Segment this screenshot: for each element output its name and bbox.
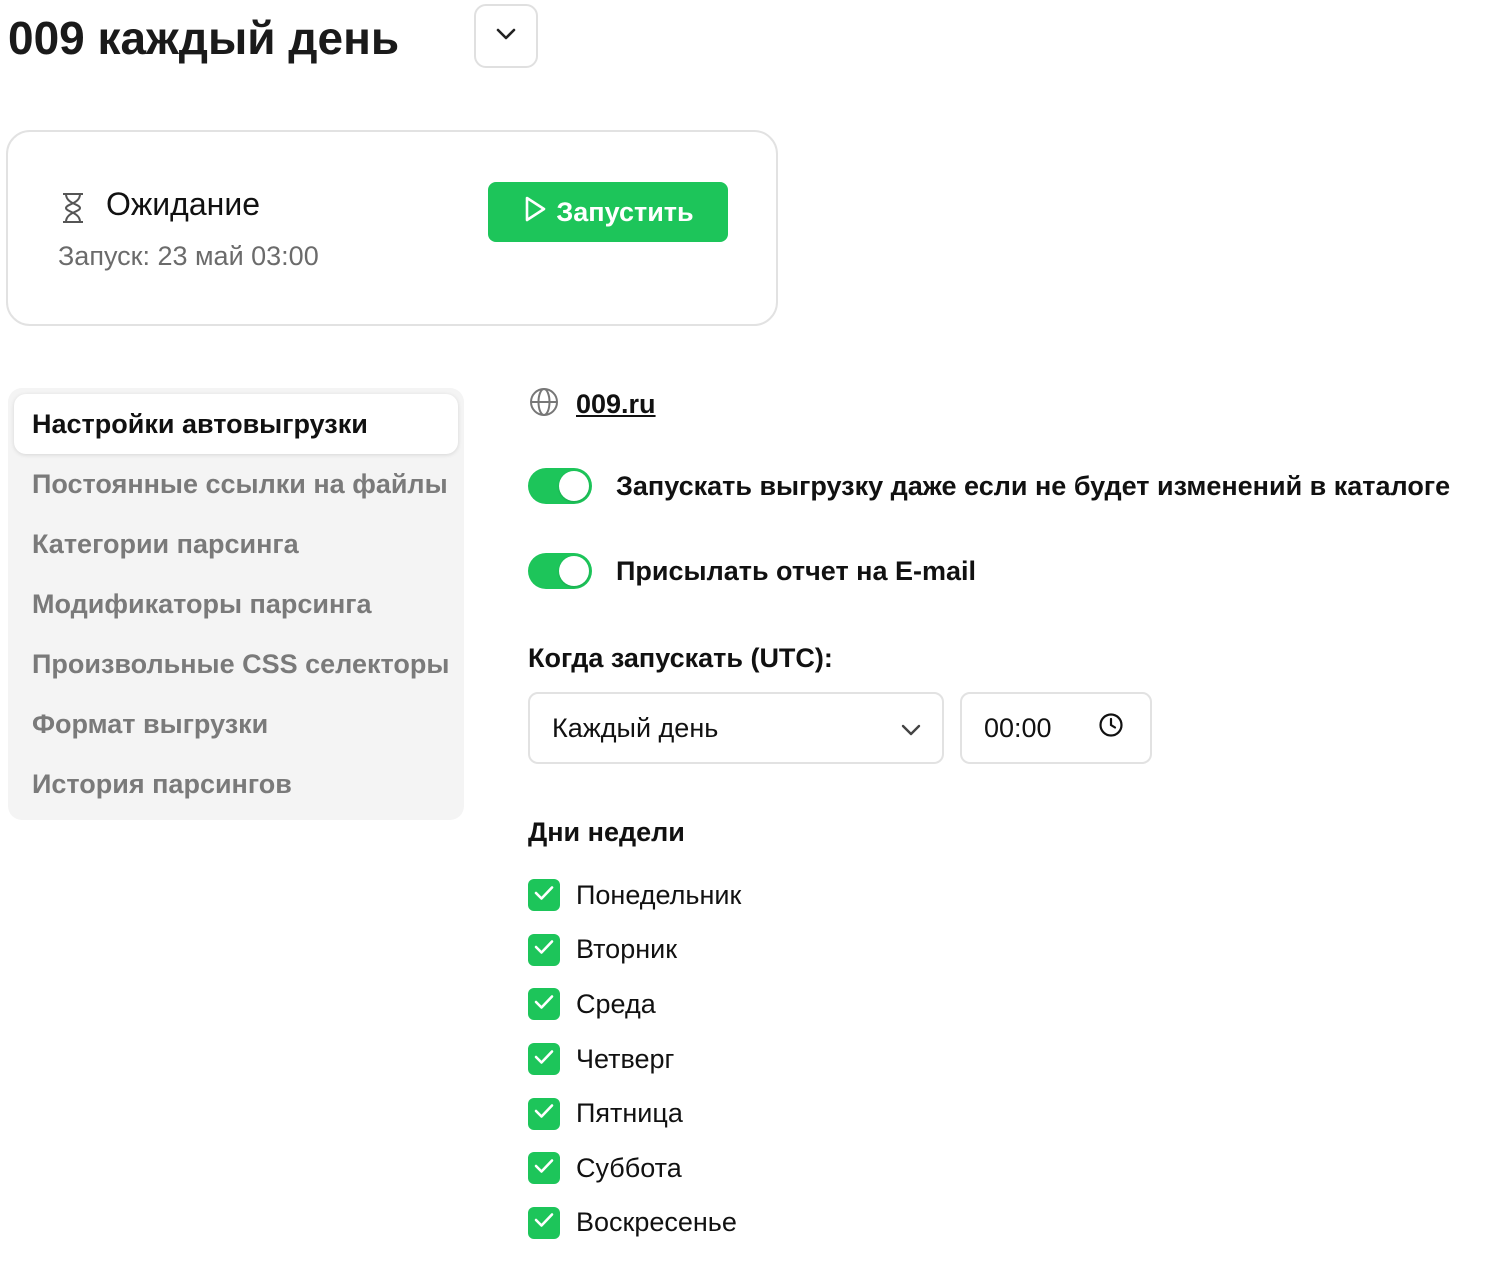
weekday-row: Вторник	[528, 923, 741, 978]
site-link[interactable]: 009.ru	[576, 389, 656, 420]
tuesday-label: Вторник	[576, 934, 678, 965]
globe-icon	[528, 386, 560, 423]
clock-icon	[1098, 712, 1124, 745]
sidebar-item-permanent-links[interactable]: Постоянные ссылки на файлы	[14, 454, 458, 514]
wednesday-label: Среда	[576, 988, 656, 1019]
check-icon	[533, 1211, 555, 1234]
weekday-row: Воскресенье	[528, 1196, 741, 1251]
thursday-checkbox[interactable]	[528, 1043, 560, 1076]
sidebar-item-export-format[interactable]: Формат выгрузки	[14, 694, 458, 754]
friday-checkbox[interactable]	[528, 1097, 560, 1130]
run-without-changes-toggle[interactable]	[528, 468, 592, 504]
weekday-row: Суббота	[528, 1141, 741, 1196]
site-row: 009.ru	[528, 386, 656, 423]
chevron-down-icon	[495, 27, 517, 46]
weekday-row: Среда	[528, 977, 741, 1032]
schedule-label: Когда запускать (UTC):	[528, 643, 833, 673]
sidebar-item-parsing-categories[interactable]: Категории парсинга	[14, 514, 458, 574]
weekdays-label: Дни недели	[528, 817, 685, 847]
monday-label: Понедельник	[576, 879, 742, 910]
check-icon	[533, 884, 555, 907]
saturday-checkbox[interactable]	[528, 1152, 560, 1185]
sunday-checkbox[interactable]	[528, 1206, 560, 1239]
hourglass-icon	[60, 192, 86, 229]
settings-sidebar: Настройки автовыгрузки Постоянные ссылки…	[8, 388, 464, 820]
status-label: Ожидание	[106, 186, 260, 222]
thursday-label: Четверг	[576, 1043, 675, 1074]
weekday-row: Пятница	[528, 1086, 741, 1141]
time-input[interactable]: 00:00	[960, 692, 1152, 764]
check-icon	[533, 1157, 555, 1180]
tuesday-checkbox[interactable]	[528, 933, 560, 966]
weekday-list: Понедельник Вторник Среда Четверг Пятниц…	[528, 868, 741, 1250]
chevron-down-icon	[900, 713, 922, 744]
wednesday-checkbox[interactable]	[528, 988, 560, 1021]
run-button-label: Запустить	[556, 196, 694, 227]
email-report-toggle[interactable]	[528, 553, 592, 589]
check-icon	[533, 1102, 555, 1125]
sidebar-item-css-selectors[interactable]: Произвольные CSS селекторы	[14, 634, 458, 694]
next-run-text: Запуск: 23 май 03:00	[58, 241, 319, 271]
check-icon	[533, 1048, 555, 1071]
saturday-label: Суббота	[576, 1152, 682, 1183]
frequency-select[interactable]: Каждый день	[528, 692, 944, 764]
weekday-row: Понедельник	[528, 868, 741, 923]
friday-label: Пятница	[576, 1098, 683, 1129]
sidebar-item-parsing-history[interactable]: История парсингов	[14, 754, 458, 814]
toggle-row-run-without-changes: Запускать выгрузку даже если не будет из…	[528, 468, 1450, 504]
play-icon	[522, 195, 548, 230]
weekday-row: Четверг	[528, 1032, 741, 1087]
sunday-label: Воскресенье	[576, 1207, 737, 1238]
email-report-label: Присылать отчет на E-mail	[616, 555, 977, 586]
run-button[interactable]: Запустить	[488, 182, 728, 242]
page-title: 009 каждый день	[8, 12, 400, 64]
time-value: 00:00	[984, 712, 1052, 743]
sidebar-item-autoexport-settings[interactable]: Настройки автовыгрузки	[14, 394, 458, 454]
title-dropdown-button[interactable]	[474, 4, 538, 68]
sidebar-item-parsing-modifiers[interactable]: Модификаторы парсинга	[14, 574, 458, 634]
toggle-row-email-report: Присылать отчет на E-mail	[528, 553, 976, 589]
run-without-changes-label: Запускать выгрузку даже если не будет из…	[616, 470, 1451, 501]
check-icon	[533, 938, 555, 961]
frequency-value: Каждый день	[552, 712, 719, 743]
monday-checkbox[interactable]	[528, 879, 560, 912]
check-icon	[533, 993, 555, 1016]
status-card: Ожидание Запуск: 23 май 03:00 Запустить	[6, 130, 778, 326]
